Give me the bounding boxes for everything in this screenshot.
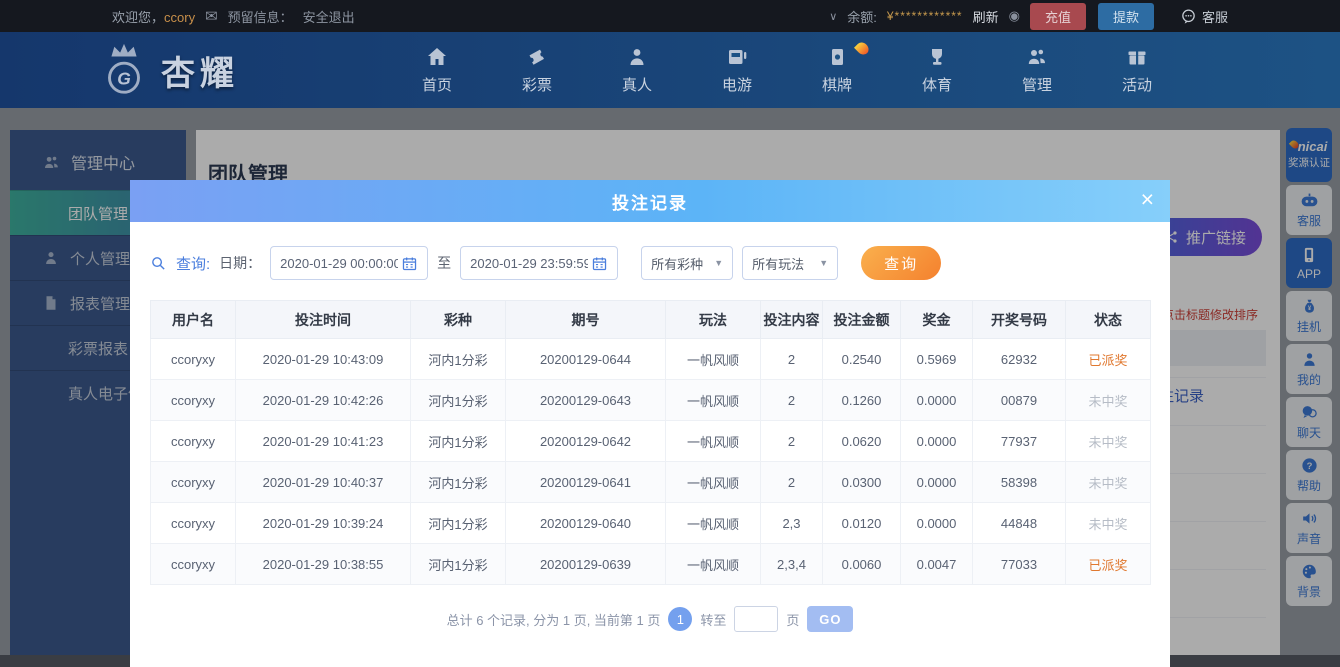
goto-label: 转至	[700, 612, 727, 628]
modal-title: 投注记录	[612, 193, 688, 213]
dropdown-caret-icon: ▼	[714, 258, 724, 268]
status-badge: 已派奖	[1065, 338, 1151, 380]
calendar-icon[interactable]	[591, 255, 608, 272]
table-row: ccoryxy 2020-01-29 10:38:55 河内1分彩 202001…	[150, 543, 1151, 585]
nav-items: 首页 彩票 真人 电游 棋牌 体育 管理 活动	[387, 40, 1187, 95]
users-icon	[1028, 49, 1045, 64]
goto-page-input[interactable]	[734, 606, 779, 632]
bet-record-modal: 投注记录 × 查询: 日期： 至 所有彩种 ▼ 所有玩法 ▼	[130, 180, 1170, 667]
col-amount: 投注金额	[822, 300, 901, 339]
table-header-row: 用户名 投注时间 彩种 期号 玩法 投注内容 投注金额 奖金 开奖号码 状态	[150, 300, 1151, 339]
nav-item-sports[interactable]: 体育	[887, 45, 987, 95]
chat-bubble-icon	[1182, 8, 1195, 24]
service-link[interactable]: 客服	[1180, 7, 1228, 26]
nav-item-promos[interactable]: 活动	[1087, 45, 1187, 95]
table-row: ccoryxy 2020-01-29 10:40:37 河内1分彩 202001…	[150, 461, 1151, 503]
gift-icon	[1128, 51, 1146, 65]
go-button[interactable]: GO	[807, 606, 854, 632]
play-filter-select[interactable]: 所有玩法 ▼	[742, 246, 839, 280]
pagination-summary: 总计 6 个记录, 分为 1 页, 当前第 1 页	[446, 612, 661, 628]
eye-icon[interactable]: ◉	[1009, 8, 1020, 24]
table-row: ccoryxy 2020-01-29 10:43:09 河内1分彩 202001…	[150, 338, 1151, 380]
topbar-left: 欢迎您，ccory ✉ 预留信息： 安全退出	[112, 7, 355, 26]
status-badge: 未中奖	[1065, 502, 1151, 544]
bet-record-table: 用户名 投注时间 彩种 期号 玩法 投注内容 投注金额 奖金 开奖号码 状态 c…	[150, 300, 1151, 585]
chevron-down-icon[interactable]: ∨	[829, 10, 837, 23]
nav-item-manage[interactable]: 管理	[987, 45, 1087, 95]
home-icon	[428, 48, 446, 65]
welcome-prefix: 欢迎您，	[112, 9, 165, 25]
live-person-icon	[630, 49, 644, 65]
recharge-button[interactable]: 充值	[1029, 2, 1086, 30]
search-row: 查询: 日期： 至 所有彩种 ▼ 所有玩法 ▼ 查询	[150, 246, 1170, 280]
nav-item-home[interactable]: 首页	[387, 45, 487, 95]
crown-emblem-icon: G	[108, 43, 140, 94]
service-label: 客服	[1201, 9, 1228, 25]
brand-logo[interactable]: G 杏耀	[95, 41, 239, 99]
status-badge: 未中奖	[1065, 420, 1151, 462]
modal-header: 投注记录 ×	[130, 180, 1170, 222]
search-label: 查询:	[176, 255, 211, 273]
nav-item-boardgames[interactable]: 棋牌	[787, 40, 887, 95]
hot-flame-icon	[854, 40, 871, 57]
app-screen: 欢迎您，ccory ✉ 预留信息： 安全退出 ∨ 余额: ¥**********…	[0, 0, 1340, 667]
query-button[interactable]: 查询	[861, 246, 942, 280]
ticket-icon	[529, 49, 544, 65]
brand-name: 杏耀	[161, 54, 239, 93]
col-bet-time: 投注时间	[235, 300, 411, 339]
balance-value: ¥************	[886, 9, 963, 23]
to-label: 至	[437, 255, 452, 271]
lottery-filter-select[interactable]: 所有彩种 ▼	[641, 246, 734, 280]
main-nav: G 杏耀 首页 彩票 真人 电游 棋牌 体育 管理 活动	[0, 32, 1340, 108]
welcome-text: 欢迎您，ccory	[112, 7, 195, 26]
date-to-field[interactable]	[460, 246, 619, 280]
dropdown-caret-icon: ▼	[819, 258, 829, 268]
nav-item-egames[interactable]: 电游	[687, 45, 787, 95]
table-row: ccoryxy 2020-01-29 10:39:24 河内1分彩 202001…	[150, 502, 1151, 544]
reserved-info-label: 预留信息：	[227, 9, 293, 25]
col-prize: 奖金	[900, 300, 973, 339]
topbar: 欢迎您，ccory ✉ 预留信息： 安全退出 ∨ 余额: ¥**********…	[0, 0, 1340, 32]
date-from-input[interactable]	[280, 255, 399, 271]
withdraw-button[interactable]: 提款	[1097, 2, 1154, 30]
status-badge: 未中奖	[1065, 461, 1151, 503]
table-row: ccoryxy 2020-01-29 10:42:26 河内1分彩 202001…	[150, 379, 1151, 421]
refresh-button[interactable]: 刷新	[973, 7, 999, 26]
date-to-input[interactable]	[470, 255, 589, 271]
pagination: 总计 6 个记录, 分为 1 页, 当前第 1 页 1 转至 页 GO	[130, 606, 1170, 632]
trophy-icon	[932, 49, 942, 65]
username: ccory	[164, 9, 196, 25]
page-unit-label: 页	[786, 612, 800, 628]
slot-machine-icon	[729, 50, 747, 64]
page-1-button[interactable]: 1	[668, 607, 693, 631]
status-badge: 未中奖	[1065, 379, 1151, 421]
col-username: 用户名	[150, 300, 236, 339]
col-numbers: 开奖号码	[972, 300, 1066, 339]
close-icon[interactable]: ×	[1141, 188, 1154, 211]
search-icon	[152, 256, 165, 270]
logout-link[interactable]: 安全退出	[303, 7, 355, 26]
topbar-right: ∨ 余额: ¥************ 刷新 ◉ 充值 提款 客服	[829, 2, 1228, 30]
envelope-icon[interactable]: ✉	[205, 7, 218, 25]
col-status: 状态	[1065, 300, 1151, 339]
calendar-icon[interactable]	[401, 255, 418, 272]
date-from-field[interactable]	[270, 246, 429, 280]
mahjong-tile-icon	[832, 49, 843, 65]
svg-text:G: G	[117, 69, 131, 89]
status-badge: 已派奖	[1065, 543, 1151, 585]
date-label: 日期：	[219, 255, 262, 271]
col-content: 投注内容	[760, 300, 823, 339]
col-issue: 期号	[505, 300, 666, 339]
nav-item-live[interactable]: 真人	[587, 45, 687, 95]
nav-item-lottery[interactable]: 彩票	[487, 45, 587, 95]
col-play: 玩法	[665, 300, 761, 339]
balance-label: 余额:	[847, 9, 877, 25]
table-row: ccoryxy 2020-01-29 10:41:23 河内1分彩 202001…	[150, 420, 1151, 462]
col-lottery: 彩种	[410, 300, 506, 339]
